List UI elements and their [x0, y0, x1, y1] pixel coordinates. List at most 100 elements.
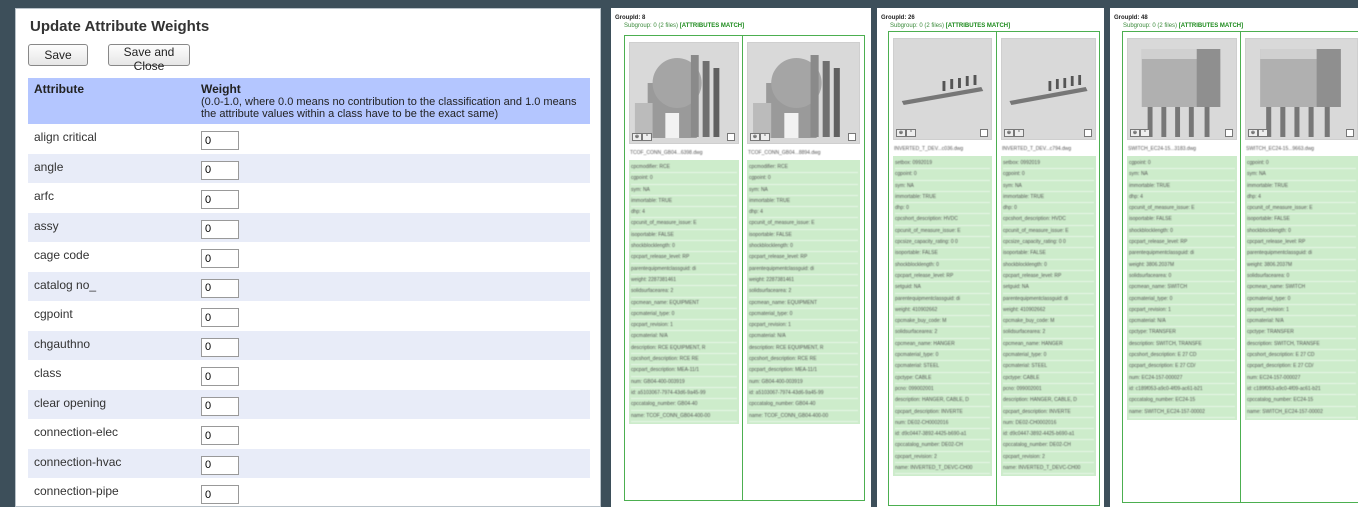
attribute-row: shockblocklength: 0 — [749, 241, 858, 253]
attribute-row: cpcmaterial: STEEL — [1003, 361, 1094, 373]
zoom-icon[interactable]: ⊕ — [1004, 129, 1014, 137]
expand-icon[interactable]: ⌃ — [906, 129, 916, 137]
attribute-name: assy — [28, 212, 195, 242]
model-thumbnail[interactable]: ⊕ ⌃ — [1127, 38, 1237, 140]
expand-icon[interactable]: ⌃ — [760, 133, 770, 141]
weight-input[interactable] — [201, 308, 239, 328]
attribute-row: parentequipmentclassguid: di — [1247, 248, 1356, 260]
attribute-row: cpcpart_description: INVERTE — [1003, 407, 1094, 418]
attribute-row: num: EC24-157-000027 — [1129, 373, 1235, 384]
attribute-row: cpcmean_name: EQUIPMENT — [749, 298, 858, 309]
zoom-icon[interactable]: ⊕ — [632, 133, 642, 141]
model-thumbnail[interactable]: ⊕ ⌃ — [747, 42, 860, 144]
select-checkbox[interactable] — [848, 133, 856, 141]
attribute-row: dhp: 4 — [1247, 192, 1356, 204]
model-thumbnail[interactable]: ⊕ ⌃ — [1001, 38, 1096, 140]
expand-icon[interactable]: ⌃ — [1258, 129, 1268, 137]
table-row: assy — [28, 212, 590, 242]
attribute-row: cpctype: CABLE — [1003, 373, 1094, 384]
weight-input[interactable] — [201, 131, 239, 151]
attribute-row: name: INVERTED_T_DEVC-CH00 — [1003, 463, 1094, 475]
table-row: catalog no_ — [28, 271, 590, 301]
subgroup-label: Subgroup: 0 (2 files) [ATTRIBUTES MATCH] — [890, 23, 1010, 29]
attribute-row: cpccatalog_number: DE02-CH — [895, 440, 990, 452]
weight-input[interactable] — [201, 485, 239, 505]
subgroup-box: ⊕ ⌃ INVERTED_T_DEV...c036.dwg setbox: 09920… — [888, 31, 1100, 506]
attribute-name: connection-elec — [34, 425, 119, 439]
group-panel: GroupId: 8 Subgroup: 0 (2 files) [ATTRIBU… — [611, 8, 871, 507]
attribute-row: cpcmean_name: HANGER — [1003, 339, 1094, 351]
attribute-row: cpcpart_revision: 1 — [749, 320, 858, 332]
expand-icon[interactable]: ⌃ — [1140, 129, 1150, 137]
select-checkbox[interactable] — [1225, 129, 1233, 137]
attribute-row: cpcmaterial_type: 0 — [1247, 294, 1356, 305]
attribute-row: shockblocklength: 0 — [631, 241, 737, 253]
attribute-row: isoportable: FALSE — [1247, 214, 1356, 226]
select-checkbox[interactable] — [1084, 129, 1092, 137]
attribute-list: cpcmodifier: RCE cgpoint: 0 sym: NA immorta… — [747, 160, 860, 424]
select-checkbox[interactable] — [1346, 129, 1354, 137]
group-panel: GroupId: 48 Subgroup: 0 (2 files) [ATTRIB… — [1110, 8, 1358, 507]
expand-icon[interactable]: ⌃ — [642, 133, 652, 141]
attribute-row: cpccatalog_number: EC24-15 — [1247, 395, 1356, 407]
attribute-row: immortable: TRUE — [749, 196, 858, 208]
zoom-icon[interactable]: ⊕ — [750, 133, 760, 141]
attribute-weights-table: Attribute Weight (0.0-1.0, where 0.0 mea… — [28, 78, 590, 506]
attribute-row: description: HANGER, CABLE, D — [1003, 395, 1094, 407]
weight-input[interactable] — [201, 160, 239, 180]
attribute-row: id: d9c0447-3892-4425-b690-a1 — [1003, 429, 1094, 441]
attribute-row: parentequipmentclassguid: di — [749, 264, 858, 275]
attribute-row: cpcmaterial_type: 0 — [1129, 294, 1235, 305]
attribute-row: weight: 3806.2037M — [1129, 260, 1235, 271]
table-header-row: Attribute Weight (0.0-1.0, where 0.0 mea… — [28, 78, 590, 124]
file-name: TCOF_CONN_GB04...6398.dwg — [630, 150, 703, 156]
model-thumbnail[interactable]: ⊕ ⌃ — [629, 42, 739, 144]
attribute-row: cpcunit_of_measure_issue: E — [895, 226, 990, 238]
zoom-icon[interactable]: ⊕ — [1248, 129, 1258, 137]
attribute-row: cpcpart_release_level: RP — [631, 252, 737, 264]
select-checkbox[interactable] — [727, 133, 735, 141]
weight-input[interactable] — [201, 219, 239, 239]
zoom-icon[interactable]: ⊕ — [1130, 129, 1140, 137]
save-button[interactable]: Save — [28, 44, 88, 66]
save-and-close-button[interactable]: Save and Close — [108, 44, 190, 73]
expand-icon[interactable]: ⌃ — [1014, 129, 1024, 137]
attribute-row: cpcunit_of_measure_issue: E — [631, 218, 737, 230]
attribute-row: isoportable: FALSE — [1003, 248, 1094, 260]
attribute-row: id: d9c0447-3892-4425-b690-a1 — [895, 429, 990, 441]
weight-input[interactable] — [201, 190, 239, 210]
weight-input[interactable] — [201, 396, 239, 416]
attribute-row: parentequipmentclassguid: di — [631, 264, 737, 275]
attribute-row: cpcmaterial_type: 0 — [631, 309, 737, 321]
weight-input[interactable] — [201, 337, 239, 357]
weight-input[interactable] — [201, 278, 239, 298]
file-name: TCOF_CONN_GB04...8894.dwg — [748, 150, 821, 156]
attribute-row: immortable: TRUE — [895, 192, 990, 204]
attribute-row: num: DE02-CH0002016 — [1003, 418, 1094, 430]
table-row: chgauthno — [28, 330, 590, 360]
attribute-row: solidsurfacearea: 2 — [1003, 327, 1094, 339]
attribute-row: name: SWITCH_EC24-157-00002 — [1247, 407, 1356, 418]
weight-input[interactable] — [201, 367, 239, 387]
model-thumbnail[interactable]: ⊕ ⌃ — [893, 38, 992, 140]
weight-header-hint: (0.0-1.0, where 0.0 means no contributio… — [201, 96, 577, 120]
zoom-icon[interactable]: ⊕ — [896, 129, 906, 137]
attribute-row: setguid: NA — [895, 282, 990, 294]
attribute-row: cpccatalog_number: EC24-15 — [1129, 395, 1235, 407]
weight-cell — [195, 419, 590, 449]
attribute-row: cgpoint: 0 — [749, 173, 858, 185]
table-row: cgpoint — [28, 301, 590, 331]
attribute-row: sym: NA — [1247, 169, 1356, 181]
attribute-row: cpcpart_revision: 1 — [1247, 305, 1356, 317]
weight-input[interactable] — [201, 249, 239, 269]
attribute-row: solidsurfacearea: 2 — [895, 327, 990, 339]
attribute-row: cpcunit_of_measure_issue: E — [1247, 203, 1356, 215]
weight-input[interactable] — [201, 455, 239, 475]
attributes-match-badge: [ATTRIBUTES MATCH] — [679, 23, 745, 29]
attribute-row: cpcmodifier: RCE — [631, 162, 737, 174]
weight-input[interactable] — [201, 426, 239, 446]
model-thumbnail[interactable]: ⊕ ⌃ — [1245, 38, 1358, 140]
select-checkbox[interactable] — [980, 129, 988, 137]
attribute-row: setbox: 0992019 — [895, 158, 990, 170]
attribute-name: connection-hvac — [28, 448, 195, 478]
